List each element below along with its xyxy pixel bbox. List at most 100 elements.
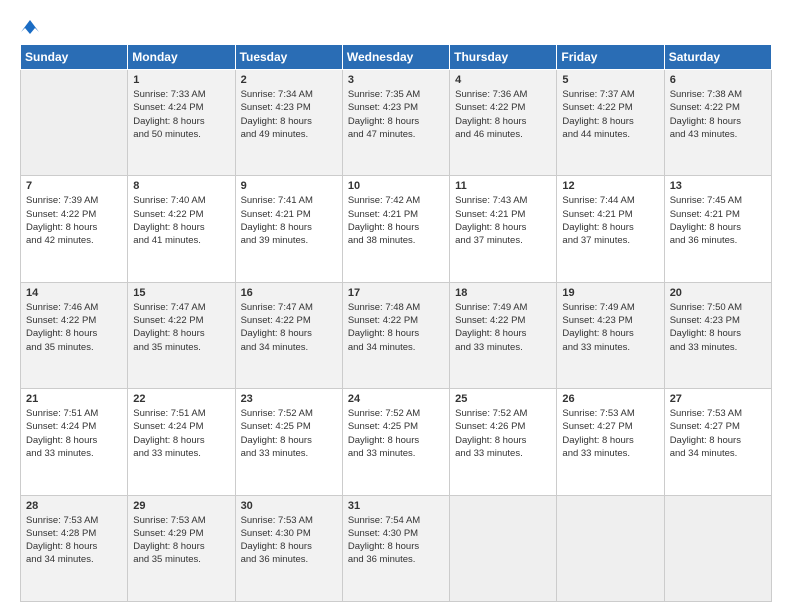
day-number: 28 [26,500,122,512]
day-number: 9 [241,180,337,192]
calendar-week-row: 21 Sunrise: 7:51 AM Sunset: 4:24 PM Dayli… [21,389,772,495]
calendar-day-cell: 15 Sunrise: 7:47 AM Sunset: 4:22 PM Dayli… [128,282,235,388]
day-info: Sunrise: 7:46 AM Sunset: 4:22 PM Dayligh… [26,301,122,354]
calendar-day-cell: 30 Sunrise: 7:53 AM Sunset: 4:30 PM Dayli… [235,495,342,601]
day-info: Sunrise: 7:40 AM Sunset: 4:22 PM Dayligh… [133,194,229,247]
day-info: Sunrise: 7:33 AM Sunset: 4:24 PM Dayligh… [133,88,229,141]
day-info: Sunrise: 7:43 AM Sunset: 4:21 PM Dayligh… [455,194,551,247]
day-number: 15 [133,287,229,299]
day-info: Sunrise: 7:54 AM Sunset: 4:30 PM Dayligh… [348,514,444,567]
day-number: 11 [455,180,551,192]
day-info: Sunrise: 7:51 AM Sunset: 4:24 PM Dayligh… [133,407,229,460]
calendar-table: SundayMondayTuesdayWednesdayThursdayFrid… [20,44,772,602]
day-info: Sunrise: 7:49 AM Sunset: 4:22 PM Dayligh… [455,301,551,354]
day-info: Sunrise: 7:52 AM Sunset: 4:26 PM Dayligh… [455,407,551,460]
day-info: Sunrise: 7:53 AM Sunset: 4:30 PM Dayligh… [241,514,337,567]
calendar-day-cell: 3 Sunrise: 7:35 AM Sunset: 4:23 PM Daylig… [342,70,449,176]
day-info: Sunrise: 7:48 AM Sunset: 4:22 PM Dayligh… [348,301,444,354]
calendar-day-cell: 14 Sunrise: 7:46 AM Sunset: 4:22 PM Dayli… [21,282,128,388]
calendar-week-row: 28 Sunrise: 7:53 AM Sunset: 4:28 PM Dayli… [21,495,772,601]
day-info: Sunrise: 7:36 AM Sunset: 4:22 PM Dayligh… [455,88,551,141]
calendar-day-cell: 29 Sunrise: 7:53 AM Sunset: 4:29 PM Dayli… [128,495,235,601]
calendar-day-cell: 22 Sunrise: 7:51 AM Sunset: 4:24 PM Dayli… [128,389,235,495]
calendar-day-cell: 10Sunrise: 7:42 AM Sunset: 4:21 PM Dayli… [342,176,449,282]
calendar-day-cell: 12Sunrise: 7:44 AM Sunset: 4:21 PM Dayli… [557,176,664,282]
calendar-day-cell [450,495,557,601]
day-number: 1 [133,74,229,86]
day-number: 31 [348,500,444,512]
calendar-day-header: Friday [557,45,664,70]
day-info: Sunrise: 7:34 AM Sunset: 4:23 PM Dayligh… [241,88,337,141]
day-number: 24 [348,393,444,405]
day-number: 16 [241,287,337,299]
day-number: 2 [241,74,337,86]
day-number: 5 [562,74,658,86]
page: SundayMondayTuesdayWednesdayThursdayFrid… [0,0,792,612]
day-info: Sunrise: 7:53 AM Sunset: 4:29 PM Dayligh… [133,514,229,567]
calendar-day-cell [664,495,771,601]
calendar-day-header: Thursday [450,45,557,70]
day-number: 6 [670,74,766,86]
day-number: 26 [562,393,658,405]
day-info: Sunrise: 7:53 AM Sunset: 4:28 PM Dayligh… [26,514,122,567]
logo [20,18,39,36]
day-info: Sunrise: 7:41 AM Sunset: 4:21 PM Dayligh… [241,194,337,247]
calendar-day-cell: 21 Sunrise: 7:51 AM Sunset: 4:24 PM Dayli… [21,389,128,495]
calendar-day-cell: 4Sunrise: 7:36 AM Sunset: 4:22 PM Daylig… [450,70,557,176]
calendar-day-header: Saturday [664,45,771,70]
day-info: Sunrise: 7:39 AM Sunset: 4:22 PM Dayligh… [26,194,122,247]
header [20,18,772,36]
day-info: Sunrise: 7:51 AM Sunset: 4:24 PM Dayligh… [26,407,122,460]
day-info: Sunrise: 7:47 AM Sunset: 4:22 PM Dayligh… [133,301,229,354]
day-info: Sunrise: 7:45 AM Sunset: 4:21 PM Dayligh… [670,194,766,247]
calendar-day-cell: 31 Sunrise: 7:54 AM Sunset: 4:30 PM Dayli… [342,495,449,601]
day-info: Sunrise: 7:35 AM Sunset: 4:23 PM Dayligh… [348,88,444,141]
day-info: Sunrise: 7:52 AM Sunset: 4:25 PM Dayligh… [348,407,444,460]
calendar-day-cell: 28 Sunrise: 7:53 AM Sunset: 4:28 PM Dayli… [21,495,128,601]
calendar-day-header: Sunday [21,45,128,70]
day-number: 25 [455,393,551,405]
calendar-day-cell: 20 Sunrise: 7:50 AM Sunset: 4:23 PM Dayli… [664,282,771,388]
calendar-day-header: Monday [128,45,235,70]
day-info: Sunrise: 7:52 AM Sunset: 4:25 PM Dayligh… [241,407,337,460]
day-number: 3 [348,74,444,86]
day-number: 12 [562,180,658,192]
calendar-day-cell: 6 Sunrise: 7:38 AM Sunset: 4:22 PM Daylig… [664,70,771,176]
logo-bird-icon [21,18,39,36]
calendar-day-cell: 23 Sunrise: 7:52 AM Sunset: 4:25 PM Dayli… [235,389,342,495]
day-number: 8 [133,180,229,192]
calendar-week-row: 7 Sunrise: 7:39 AM Sunset: 4:22 PM Daylig… [21,176,772,282]
calendar-day-cell: 17 Sunrise: 7:48 AM Sunset: 4:22 PM Dayli… [342,282,449,388]
day-info: Sunrise: 7:37 AM Sunset: 4:22 PM Dayligh… [562,88,658,141]
calendar-day-cell: 13 Sunrise: 7:45 AM Sunset: 4:21 PM Dayli… [664,176,771,282]
day-info: Sunrise: 7:50 AM Sunset: 4:23 PM Dayligh… [670,301,766,354]
calendar-day-cell: 26 Sunrise: 7:53 AM Sunset: 4:27 PM Dayli… [557,389,664,495]
day-number: 30 [241,500,337,512]
calendar-day-cell: 8 Sunrise: 7:40 AM Sunset: 4:22 PM Daylig… [128,176,235,282]
day-info: Sunrise: 7:38 AM Sunset: 4:22 PM Dayligh… [670,88,766,141]
calendar-day-cell [557,495,664,601]
day-number: 7 [26,180,122,192]
calendar-day-cell: 16Sunrise: 7:47 AM Sunset: 4:22 PM Dayli… [235,282,342,388]
day-number: 18 [455,287,551,299]
day-number: 14 [26,287,122,299]
day-number: 17 [348,287,444,299]
day-number: 20 [670,287,766,299]
day-number: 29 [133,500,229,512]
calendar-day-cell: 25 Sunrise: 7:52 AM Sunset: 4:26 PM Dayli… [450,389,557,495]
calendar-day-cell: 2 Sunrise: 7:34 AM Sunset: 4:23 PM Daylig… [235,70,342,176]
day-number: 23 [241,393,337,405]
day-number: 21 [26,393,122,405]
calendar-day-header: Wednesday [342,45,449,70]
calendar-day-cell: 7 Sunrise: 7:39 AM Sunset: 4:22 PM Daylig… [21,176,128,282]
calendar-day-header: Tuesday [235,45,342,70]
calendar-day-cell: 19Sunrise: 7:49 AM Sunset: 4:23 PM Dayli… [557,282,664,388]
day-number: 13 [670,180,766,192]
calendar-day-cell: 5 Sunrise: 7:37 AM Sunset: 4:22 PM Daylig… [557,70,664,176]
day-info: Sunrise: 7:53 AM Sunset: 4:27 PM Dayligh… [562,407,658,460]
calendar-week-row: 1 Sunrise: 7:33 AM Sunset: 4:24 PM Daylig… [21,70,772,176]
calendar-day-cell: 18 Sunrise: 7:49 AM Sunset: 4:22 PM Dayli… [450,282,557,388]
day-info: Sunrise: 7:42 AM Sunset: 4:21 PM Dayligh… [348,194,444,247]
day-number: 22 [133,393,229,405]
calendar-day-cell [21,70,128,176]
